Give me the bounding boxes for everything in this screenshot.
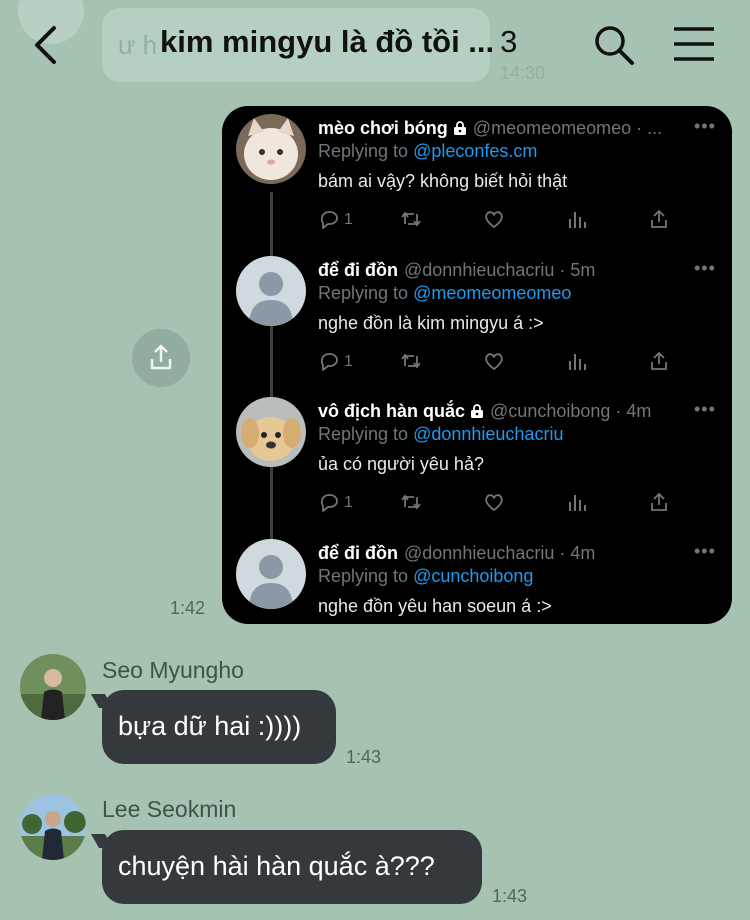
tweet-actions: 1 bbox=[318, 208, 678, 232]
replying-to-line: Replying to @meomeomeomeo bbox=[318, 283, 571, 304]
tweet-item: để đi đồn @donnhieuchacriu · 5m ••• Replyin… bbox=[222, 248, 732, 390]
reply-mention: @meomeomeomeo bbox=[413, 283, 572, 303]
tweet-author-line: vô địch hàn quắc @cunchoibong · 4m bbox=[318, 401, 651, 422]
avatar-lee-seokmin[interactable] bbox=[20, 794, 86, 860]
tweet-screenshot-image[interactable]: mèo chơi bóng @meomeomeomeo · ... ••• Reply… bbox=[222, 106, 732, 624]
chevron-left-icon bbox=[35, 26, 56, 64]
profile-photo-icon bbox=[20, 654, 86, 720]
tweet-text: ủa có người yêu hả? bbox=[318, 454, 484, 474]
views-icon bbox=[566, 350, 588, 374]
tweet-actions: 1 bbox=[318, 491, 678, 515]
more-options-icon: ••• bbox=[694, 399, 716, 419]
reply-mention: @cunchoibong bbox=[413, 566, 534, 586]
tweet-author-name: vô địch hàn quắc bbox=[318, 401, 466, 421]
tweet-text: nghe đồn là kim mingyu á :> bbox=[318, 313, 544, 333]
tweet-author-name: mèo chơi bóng bbox=[318, 118, 448, 138]
lock-icon bbox=[448, 118, 467, 138]
search-button[interactable] bbox=[593, 24, 635, 66]
member-count: 3 bbox=[500, 24, 518, 59]
tweet-author-line: để đi đồn @donnhieuchacriu · 4m bbox=[318, 543, 595, 564]
replying-to-line: Replying to @donnhieuchacriu bbox=[318, 424, 563, 445]
previous-message-text: ư h bbox=[118, 30, 158, 60]
reply-count: 1 bbox=[344, 353, 353, 370]
chat-title-text: kim mingyu là đồ tồi ... bbox=[160, 24, 495, 59]
message-text: bựa dữ hai :)))) bbox=[118, 711, 302, 741]
retweet-icon bbox=[400, 491, 422, 515]
default-avatar bbox=[236, 539, 306, 609]
tweet-handle: @cunchoibong · 4m bbox=[490, 401, 652, 421]
tweet-author-name: để đi đồn bbox=[318, 260, 398, 280]
previous-message-time: 14:30 bbox=[500, 63, 546, 83]
share-icon bbox=[648, 208, 670, 232]
tweet-author-name: để đi đồn bbox=[318, 543, 398, 563]
tweet-handle: @donnhieuchacriu · 4m bbox=[404, 543, 596, 563]
retweet-icon bbox=[400, 350, 422, 374]
avatar-seo-myungho[interactable] bbox=[20, 654, 86, 720]
search-icon bbox=[595, 26, 634, 65]
tweet-text: bám ai vậy? không biết hỏi thật bbox=[318, 171, 568, 191]
image-message-time: 1:42 bbox=[170, 598, 206, 618]
views-icon bbox=[566, 208, 588, 232]
tweet-author-line: để đi đồn @donnhieuchacriu · 5m bbox=[318, 260, 595, 281]
profile-photo-icon bbox=[20, 794, 86, 860]
chat-header: ư h 14:30 kim mingyu là đồ tồi ... 3 bbox=[0, 0, 750, 92]
replying-to-line: Replying to @pleconfes.cm bbox=[318, 141, 537, 162]
more-options-icon: ••• bbox=[694, 258, 716, 278]
sender-name: Lee Seokmin bbox=[102, 796, 237, 822]
retweet-icon bbox=[400, 208, 422, 232]
replying-to-label: Replying to bbox=[318, 424, 409, 444]
sender-name: Seo Myungho bbox=[102, 657, 244, 683]
reply-icon: 1 bbox=[318, 491, 353, 515]
message-bubble[interactable]: chuyện hài hàn quắc à??? bbox=[102, 830, 482, 904]
share-icon bbox=[150, 344, 172, 370]
more-options-icon: ••• bbox=[694, 541, 716, 561]
share-icon bbox=[648, 350, 670, 374]
default-avatar bbox=[236, 256, 306, 326]
reply-icon: 1 bbox=[318, 208, 353, 232]
tweet-item: mèo chơi bóng @meomeomeomeo · ... ••• Reply… bbox=[222, 106, 732, 248]
reply-count: 1 bbox=[344, 211, 353, 228]
like-icon bbox=[483, 491, 505, 515]
like-icon bbox=[483, 208, 505, 232]
more-options-icon: ••• bbox=[694, 116, 716, 136]
reply-icon: 1 bbox=[318, 350, 353, 374]
like-icon bbox=[483, 350, 505, 374]
back-button[interactable] bbox=[28, 22, 68, 68]
views-icon bbox=[566, 491, 588, 515]
replying-to-label: Replying to bbox=[318, 566, 409, 586]
message-bubble[interactable]: bựa dữ hai :)))) bbox=[102, 690, 336, 764]
hamburger-menu-icon bbox=[674, 27, 714, 61]
tweet-actions: 1 bbox=[318, 350, 678, 374]
cat-avatar bbox=[236, 114, 306, 184]
reply-count: 1 bbox=[344, 494, 353, 511]
chat-title[interactable]: kim mingyu là đồ tồi ... 3 bbox=[160, 24, 517, 60]
lock-icon bbox=[465, 401, 484, 421]
message-text: chuyện hài hàn quắc à??? bbox=[118, 851, 435, 881]
tweet-handle: @meomeomeomeo · ... bbox=[472, 118, 663, 138]
reply-mention: @pleconfes.cm bbox=[413, 141, 538, 161]
tweet-item: để đi đồn @donnhieuchacriu · 4m ••• Replyin… bbox=[222, 531, 732, 624]
reply-mention: @donnhieuchacriu bbox=[413, 424, 564, 444]
tweet-author-line: mèo chơi bóng @meomeomeomeo · ... bbox=[318, 118, 662, 139]
message-time: 1:43 bbox=[346, 747, 382, 767]
dog-avatar bbox=[236, 397, 306, 467]
share-button[interactable] bbox=[132, 329, 190, 387]
message-time: 1:43 bbox=[492, 886, 528, 906]
tweet-handle: @donnhieuchacriu · 5m bbox=[404, 260, 596, 280]
replying-to-line: Replying to @cunchoibong bbox=[318, 566, 533, 587]
tweet-item: vô địch hàn quắc @cunchoibong · 4m ••• Repl… bbox=[222, 389, 732, 531]
replying-to-label: Replying to bbox=[318, 141, 409, 161]
share-icon bbox=[648, 491, 670, 515]
tweet-text: nghe đồn yêu han soeun á :> bbox=[318, 596, 552, 616]
menu-button[interactable] bbox=[672, 25, 716, 63]
replying-to-label: Replying to bbox=[318, 283, 409, 303]
